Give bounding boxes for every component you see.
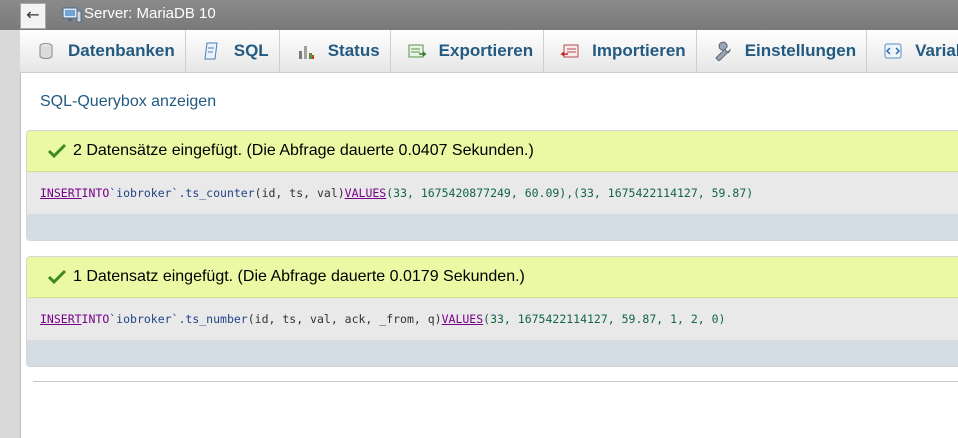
- server-title[interactable]: Server: MariaDB 10: [84, 5, 216, 22]
- success-message: 1 Datensatz eingefügt. (Die Abfrage daue…: [27, 257, 958, 298]
- tab-exportieren[interactable]: Exportieren: [391, 30, 545, 72]
- tab-label: Datenbanken: [68, 41, 175, 60]
- variables-icon: [884, 43, 902, 59]
- tab-label: SQL: [233, 41, 269, 60]
- export-icon: [408, 44, 427, 58]
- sql-columns: (id, ts, val, ack, _from, q): [247, 312, 442, 326]
- tab-label: Einstellungen: [744, 41, 857, 60]
- sql-keyword-values[interactable]: VALUES: [345, 186, 387, 200]
- tab-sql[interactable]: SQL: [186, 30, 280, 72]
- server-breadcrumb-bar: ← Server: MariaDB 10: [0, 0, 958, 30]
- tab-importieren[interactable]: Importieren: [544, 30, 697, 72]
- sql-columns: (id, ts, val): [254, 186, 345, 200]
- show-querybox-link[interactable]: SQL-Querybox anzeigen: [40, 93, 216, 111]
- sql-keyword-into: INTO: [81, 312, 110, 326]
- success-text: 1 Datensatz eingefügt. (Die Abfrage daue…: [73, 268, 525, 285]
- query-result-1: 2 Datensätze eingefügt. (Die Abfrage dau…: [26, 130, 958, 241]
- sql-keyword-values[interactable]: VALUES: [442, 312, 484, 326]
- tab-status[interactable]: Status: [280, 30, 391, 72]
- checkmark-icon: [47, 269, 67, 285]
- sql-values: (33, 1675420877249, 60.09),(33, 16754221…: [386, 186, 754, 200]
- main-tab-bar: Datenbanken SQL Status Exportieren Impor…: [20, 30, 958, 73]
- tab-label: Exportieren: [438, 41, 534, 60]
- server-icon: [62, 7, 82, 23]
- sql-keyword-insert[interactable]: INSERT: [40, 186, 82, 200]
- status-icon: [298, 46, 314, 59]
- sql-table-name: `iobroker`.ts_number: [109, 312, 248, 326]
- tab-label: Variablen: [915, 41, 958, 60]
- tab-label: Importieren: [592, 41, 686, 60]
- sql-table-name: `iobroker`.ts_counter: [109, 186, 255, 200]
- tab-variablen[interactable]: Variablen: [867, 30, 958, 72]
- query-toolbar: [27, 214, 958, 240]
- tab-label: Status: [327, 41, 380, 60]
- sql-statement: INSERT INTO `iobroker`.ts_counter (id, t…: [27, 172, 958, 214]
- query-toolbar: [27, 340, 958, 366]
- wrench-icon: [714, 41, 731, 61]
- checkmark-icon: [47, 143, 67, 159]
- sql-keyword-into: INTO: [81, 186, 110, 200]
- sql-icon: [204, 42, 218, 60]
- import-icon: [560, 44, 579, 58]
- sql-keyword-insert[interactable]: INSERT: [40, 312, 82, 326]
- query-result-2: 1 Datensatz eingefügt. (Die Abfrage daue…: [26, 256, 958, 367]
- navigation-panel-edge: [0, 0, 21, 438]
- divider: [33, 381, 958, 382]
- tab-datenbanken[interactable]: Datenbanken: [20, 30, 186, 72]
- success-message: 2 Datensätze eingefügt. (Die Abfrage dau…: [27, 131, 958, 172]
- success-text: 2 Datensätze eingefügt. (Die Abfrage dau…: [73, 142, 534, 159]
- database-icon: [39, 43, 53, 59]
- sql-statement: INSERT INTO `iobroker`.ts_number (id, ts…: [27, 298, 958, 340]
- tab-einstellungen[interactable]: Einstellungen: [697, 30, 868, 72]
- back-arrow-button[interactable]: ←: [20, 3, 46, 29]
- sql-values: (33, 1675422114127, 59.87, 1, 2, 0): [483, 312, 726, 326]
